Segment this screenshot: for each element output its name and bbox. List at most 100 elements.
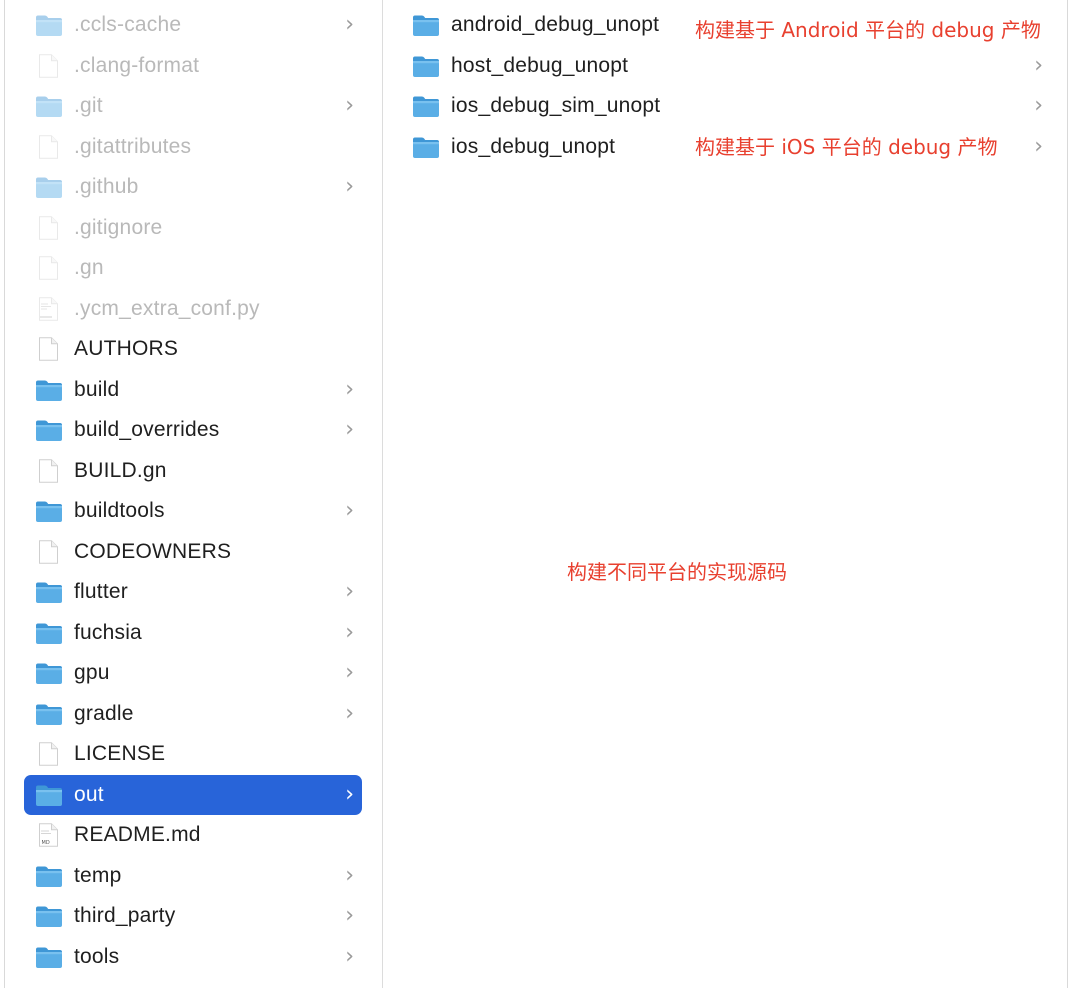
- item-name: .clang-format: [74, 53, 200, 77]
- window-left-edge: [4, 0, 5, 988]
- chevron-right-icon: ›: [1034, 93, 1043, 119]
- item-name: build_overrides: [74, 418, 220, 442]
- folder-icon: [35, 945, 63, 969]
- file-row-clang-format[interactable]: .clang-format: [24, 46, 362, 87]
- column-divider[interactable]: [382, 0, 383, 988]
- folder-row-git[interactable]: .git ›: [24, 86, 362, 127]
- folder-row-host-debug-unopt[interactable]: host_debug_unopt ›: [401, 46, 1051, 87]
- folder-icon: [35, 783, 63, 807]
- document-icon: [35, 459, 63, 483]
- folder-icon: [35, 13, 63, 37]
- chevron-right-icon: ›: [1034, 133, 1043, 159]
- folder-row-temp[interactable]: temp ›: [24, 856, 362, 897]
- chevron-right-icon: ›: [345, 781, 354, 807]
- folder-icon: [35, 661, 63, 685]
- file-row-gitattributes[interactable]: .gitattributes: [24, 127, 362, 168]
- item-name: out: [74, 782, 104, 806]
- chevron-right-icon: ›: [1034, 52, 1043, 78]
- folder-icon: [412, 135, 440, 159]
- chevron-right-icon: ›: [345, 498, 354, 524]
- annotation-center: 构建不同平台的实现源码: [567, 560, 787, 584]
- folder-row-ccls-cache[interactable]: .ccls-cache ›: [24, 5, 362, 46]
- item-name: android_debug_unopt: [451, 13, 660, 37]
- folder-row-fuchsia[interactable]: fuchsia ›: [24, 613, 362, 654]
- file-row-gn[interactable]: .gn: [24, 248, 362, 289]
- python-file-icon: [35, 297, 63, 321]
- window-right-edge: [1067, 0, 1068, 988]
- folder-icon: [412, 94, 440, 118]
- chevron-right-icon: ›: [345, 903, 354, 929]
- folder-row-tools[interactable]: tools ›: [24, 937, 362, 978]
- annotation-android: 构建基于 Android 平台的 debug 产物: [695, 18, 1041, 42]
- item-name: fuchsia: [74, 620, 142, 644]
- item-name: .git: [74, 94, 103, 118]
- document-icon: [35, 54, 63, 78]
- finder-window: .ccls-cache › .clang-format .git › .gitattrib…: [0, 0, 1080, 988]
- folder-icon: [35, 702, 63, 726]
- folder-row-out[interactable]: out ›: [24, 774, 362, 815]
- chevron-right-icon: ›: [345, 660, 354, 686]
- chevron-right-icon: ›: [345, 943, 354, 969]
- folder-icon: [35, 175, 63, 199]
- document-icon: [35, 337, 63, 361]
- folder-icon: [412, 54, 440, 78]
- document-icon: [35, 540, 63, 564]
- chevron-right-icon: ›: [345, 376, 354, 402]
- folder-icon: [35, 904, 63, 928]
- file-row-codeowners[interactable]: CODEOWNERS: [24, 532, 362, 573]
- item-name: AUTHORS: [74, 337, 179, 361]
- folder-row-third-party[interactable]: third_party ›: [24, 896, 362, 937]
- folder-icon: [35, 580, 63, 604]
- folder-row-gradle[interactable]: gradle ›: [24, 694, 362, 735]
- file-row-readme-md[interactable]: MD README.md: [24, 815, 362, 856]
- chevron-right-icon: ›: [345, 12, 354, 38]
- item-name: README.md: [74, 823, 201, 847]
- chevron-right-icon: ›: [345, 93, 354, 119]
- folder-icon: [35, 378, 63, 402]
- folder-row-ios-debug-sim-unopt[interactable]: ios_debug_sim_unopt ›: [401, 86, 1051, 127]
- folder-row-gpu[interactable]: gpu ›: [24, 653, 362, 694]
- folder-icon: [35, 621, 63, 645]
- item-name: .ycm_extra_conf.py: [74, 296, 260, 320]
- item-name: .gitattributes: [74, 134, 192, 158]
- item-name: .github: [74, 175, 139, 199]
- folder-row-build-overrides[interactable]: build_overrides ›: [24, 410, 362, 451]
- file-row-build-gn[interactable]: BUILD.gn: [24, 451, 362, 492]
- document-icon: [35, 742, 63, 766]
- item-name: ios_debug_sim_unopt: [451, 94, 661, 118]
- folder-row-buildtools[interactable]: buildtools ›: [24, 491, 362, 532]
- item-name: gradle: [74, 701, 134, 725]
- item-name: .gn: [74, 256, 104, 280]
- file-row-gitignore[interactable]: .gitignore: [24, 208, 362, 249]
- item-name: BUILD.gn: [74, 458, 167, 482]
- chevron-right-icon: ›: [345, 417, 354, 443]
- folder-row-flutter[interactable]: flutter ›: [24, 572, 362, 613]
- document-icon: [35, 135, 63, 159]
- document-icon: [35, 216, 63, 240]
- folder-row-github[interactable]: .github ›: [24, 167, 362, 208]
- folder-icon: [35, 94, 63, 118]
- item-name: flutter: [74, 580, 128, 604]
- chevron-right-icon: ›: [345, 174, 354, 200]
- folder-row-build[interactable]: build ›: [24, 370, 362, 411]
- folder-icon: [35, 864, 63, 888]
- item-name: host_debug_unopt: [451, 53, 629, 77]
- svg-text:MD: MD: [42, 840, 50, 846]
- folder-icon: [35, 499, 63, 523]
- folder-icon: [412, 13, 440, 37]
- item-name: build: [74, 377, 120, 401]
- left-column-list: .ccls-cache › .clang-format .git › .gitattrib…: [24, 5, 362, 977]
- item-name: LICENSE: [74, 742, 166, 766]
- chevron-right-icon: ›: [345, 619, 354, 645]
- file-row-license[interactable]: LICENSE: [24, 734, 362, 775]
- file-row-authors[interactable]: AUTHORS: [24, 329, 362, 370]
- item-name: buildtools: [74, 499, 165, 523]
- markdown-file-icon: MD: [35, 823, 63, 847]
- item-name: temp: [74, 863, 122, 887]
- folder-icon: [35, 418, 63, 442]
- document-icon: [35, 256, 63, 280]
- file-row-ycm-extra-conf-py[interactable]: .ycm_extra_conf.py: [24, 289, 362, 330]
- item-name: gpu: [74, 661, 110, 685]
- item-name: CODEOWNERS: [74, 539, 232, 563]
- item-name: .gitignore: [74, 215, 163, 239]
